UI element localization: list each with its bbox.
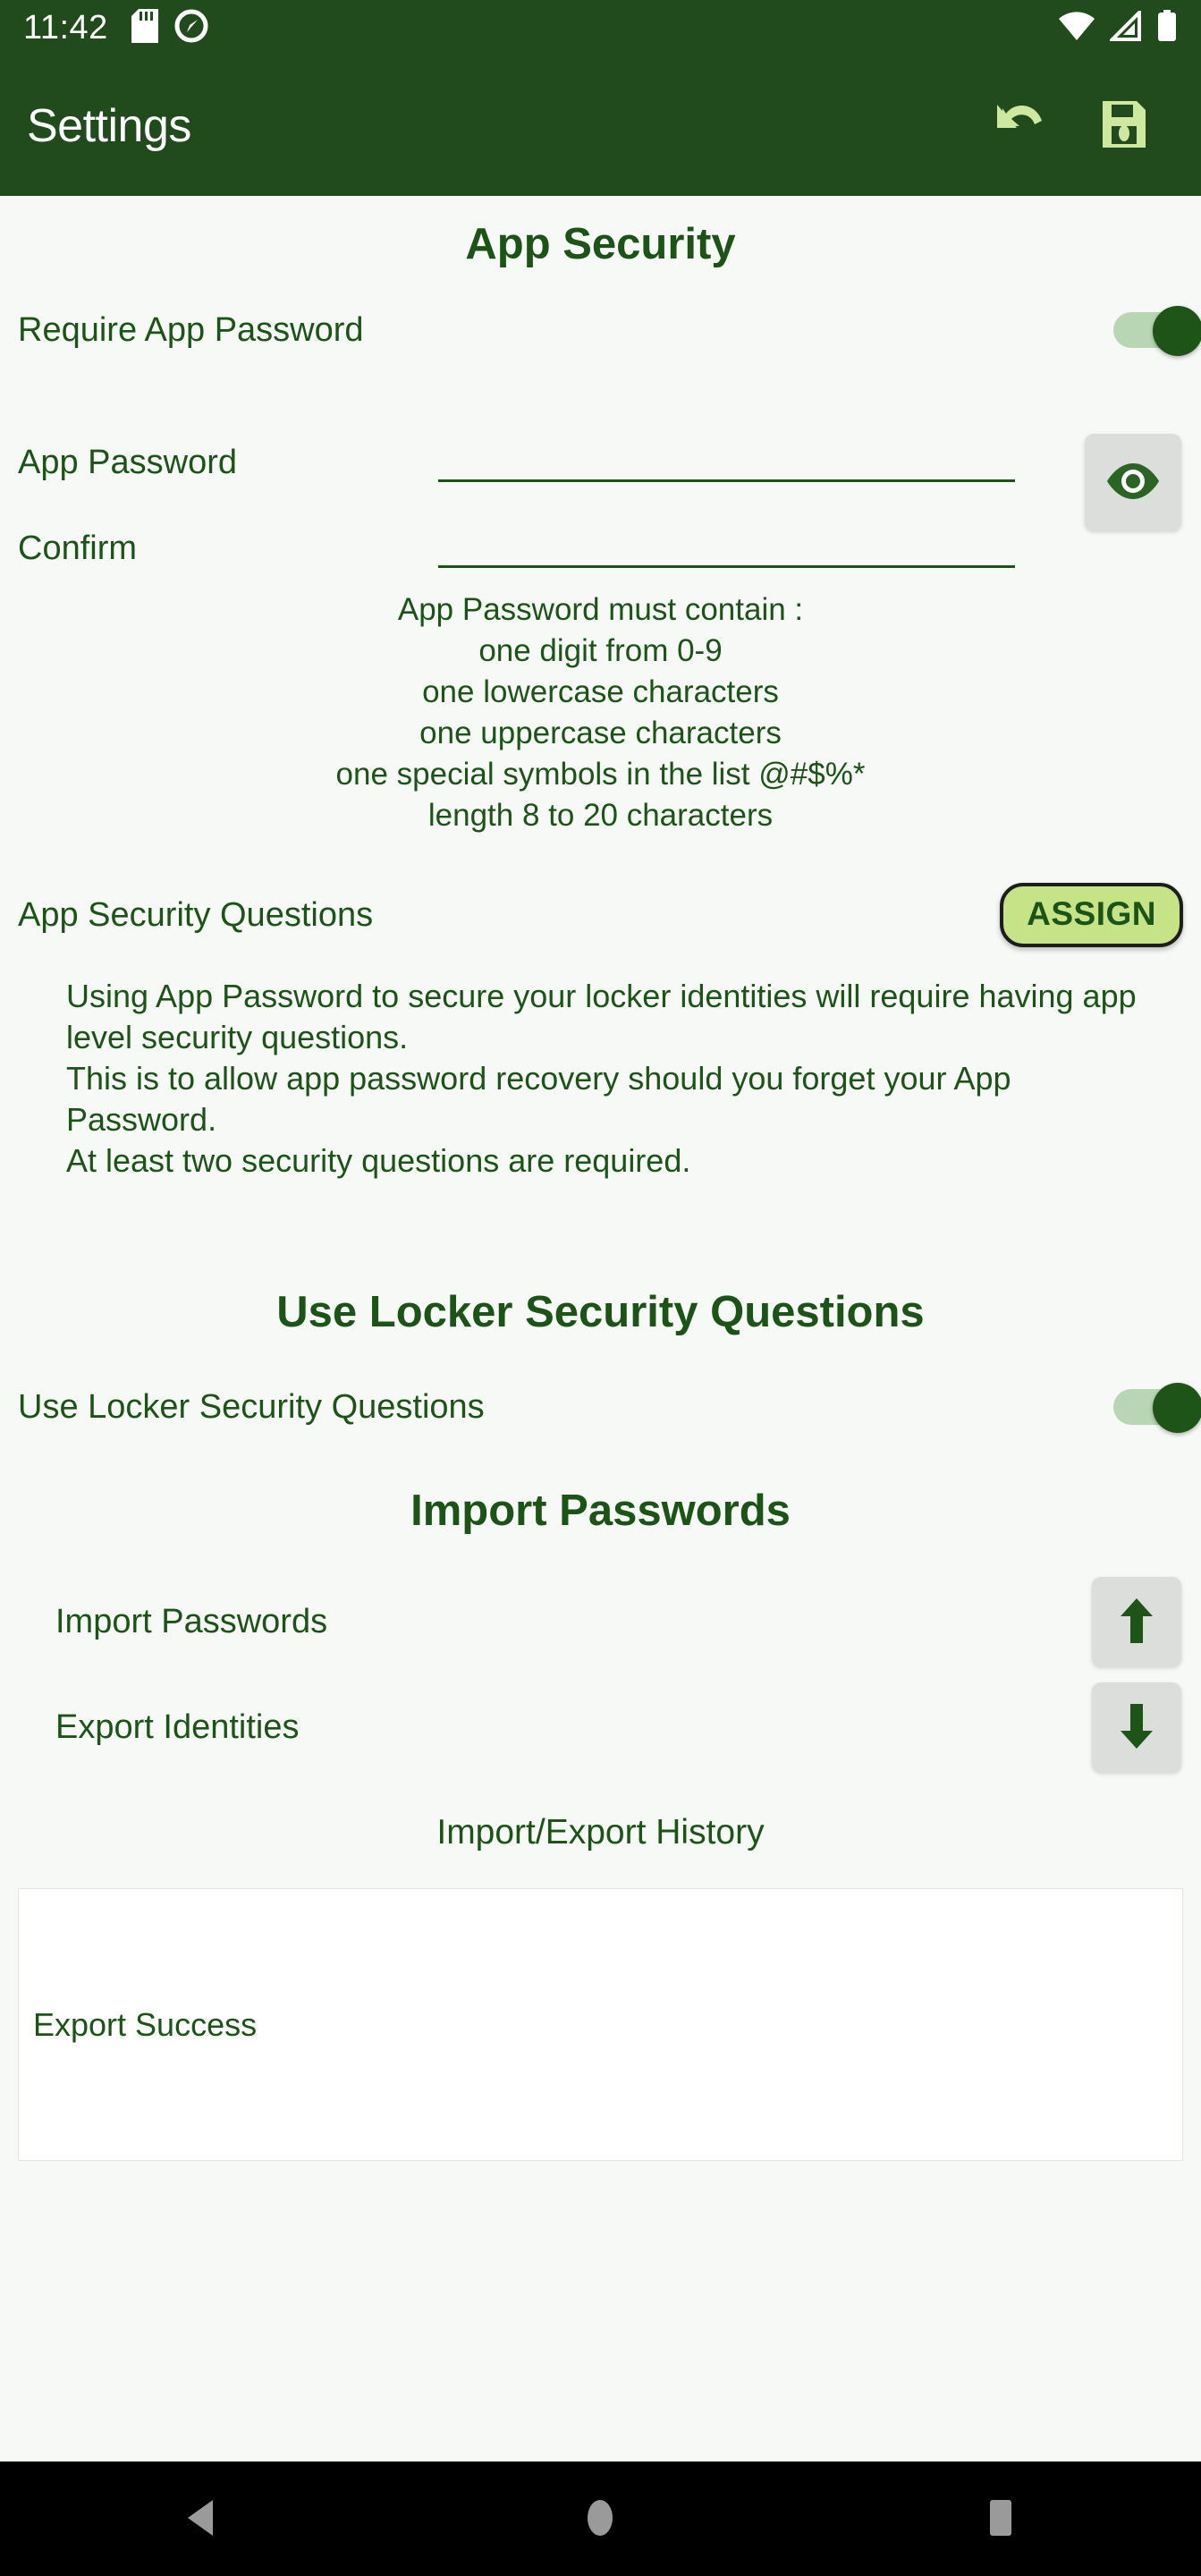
- export-identities-label: Export Identities: [55, 1707, 300, 1746]
- import-passwords-label: Import Passwords: [55, 1602, 328, 1640]
- nav-home-button[interactable]: [511, 2462, 689, 2576]
- password-fields-group: App Password Confirm: [0, 396, 1201, 568]
- description-line: This is to allow app password recovery s…: [66, 1060, 1011, 1138]
- settings-scroll-content[interactable]: App Security Require App Password App Pa…: [0, 196, 1201, 2462]
- password-rule-line: one uppercase characters: [419, 716, 782, 750]
- description-line: At least two security questions are requ…: [66, 1142, 691, 1179]
- phone-screen: 11:42 Settings App Security Require App …: [0, 0, 1201, 2576]
- row-confirm-password[interactable]: Confirm: [0, 482, 1201, 568]
- status-bar: 11:42: [0, 0, 1201, 55]
- wifi-icon: [1058, 11, 1095, 46]
- row-app-security-questions[interactable]: App Security Questions ASSIGN: [0, 877, 1201, 953]
- row-require-app-password[interactable]: Require App Password: [0, 303, 1201, 357]
- back-triangle-icon: [184, 2498, 216, 2540]
- import-passwords-button[interactable]: [1092, 1577, 1181, 1666]
- toggle-thumb: [1153, 306, 1201, 356]
- app-bar: Settings: [0, 55, 1201, 196]
- nav-recents-button[interactable]: [911, 2462, 1090, 2576]
- app-bar-actions: [990, 99, 1147, 152]
- import-export-history-card[interactable]: Export Success: [18, 1888, 1183, 2161]
- status-bar-left-icons: [131, 8, 208, 47]
- password-visibility-button[interactable]: [1085, 434, 1181, 530]
- app-security-questions-label: App Security Questions: [18, 895, 374, 934]
- battery-icon: [1156, 9, 1178, 47]
- app-security-description: Using App Password to secure your locker…: [0, 976, 1201, 1182]
- confirm-password-label: Confirm: [18, 530, 138, 567]
- require-app-password-toggle[interactable]: [1113, 306, 1201, 356]
- description-line: Using App Password to secure your locker…: [66, 978, 1137, 1055]
- recents-square-icon: [985, 2498, 1016, 2540]
- row-app-password[interactable]: App Password: [0, 396, 1201, 482]
- history-entry: Export Success: [33, 2005, 258, 2043]
- undo-icon: [990, 99, 1045, 152]
- import-export-history-title: Import/Export History: [436, 1813, 765, 1852]
- section-heading-locker-security: Use Locker Security Questions: [276, 1288, 925, 1336]
- row-export-identities[interactable]: Export Identities: [0, 1682, 1201, 1772]
- require-app-password-label: Require App Password: [18, 310, 364, 349]
- eye-icon: [1104, 462, 1162, 504]
- password-rule-line: one special symbols in the list @#$%*: [335, 757, 866, 792]
- row-import-passwords[interactable]: Import Passwords: [0, 1577, 1201, 1666]
- password-rule-line: length 8 to 20 characters: [427, 798, 774, 833]
- use-locker-security-questions-toggle[interactable]: [1113, 1383, 1201, 1433]
- assign-security-questions-button[interactable]: ASSIGN: [1000, 883, 1183, 947]
- password-rules-hint: App Password must contain : one digit fr…: [0, 589, 1201, 836]
- save-icon: [1101, 99, 1147, 152]
- cell-signal-icon: [1108, 7, 1142, 46]
- status-bar-right-icons: [1058, 7, 1178, 47]
- save-button[interactable]: [1101, 99, 1147, 152]
- app-password-input[interactable]: [438, 433, 1015, 482]
- undo-button[interactable]: [990, 99, 1045, 152]
- app-password-label: App Password: [18, 444, 238, 481]
- section-heading-app-security: App Security: [465, 220, 736, 268]
- status-bar-clock: 11:42: [23, 8, 108, 47]
- section-heading-import-passwords: Import Passwords: [410, 1487, 791, 1535]
- export-identities-button[interactable]: [1092, 1682, 1181, 1772]
- password-rule-line: App Password must contain :: [397, 592, 804, 627]
- location-disabled-icon: [174, 9, 208, 47]
- nav-back-button[interactable]: [111, 2462, 290, 2576]
- arrow-down-icon: [1119, 1702, 1154, 1753]
- toggle-thumb: [1153, 1383, 1201, 1433]
- arrow-up-icon: [1119, 1597, 1154, 1648]
- confirm-password-input[interactable]: [438, 519, 1015, 568]
- use-locker-security-questions-label: Use Locker Security Questions: [18, 1387, 485, 1426]
- password-rule-line: one lowercase characters: [422, 674, 779, 709]
- home-circle-icon: [585, 2498, 615, 2540]
- sd-card-icon: [131, 8, 158, 47]
- page-title: Settings: [27, 99, 191, 152]
- password-rule-line: one digit from 0-9: [478, 633, 723, 668]
- system-navigation-bar: [0, 2462, 1201, 2576]
- row-use-locker-security-questions[interactable]: Use Locker Security Questions: [0, 1380, 1201, 1434]
